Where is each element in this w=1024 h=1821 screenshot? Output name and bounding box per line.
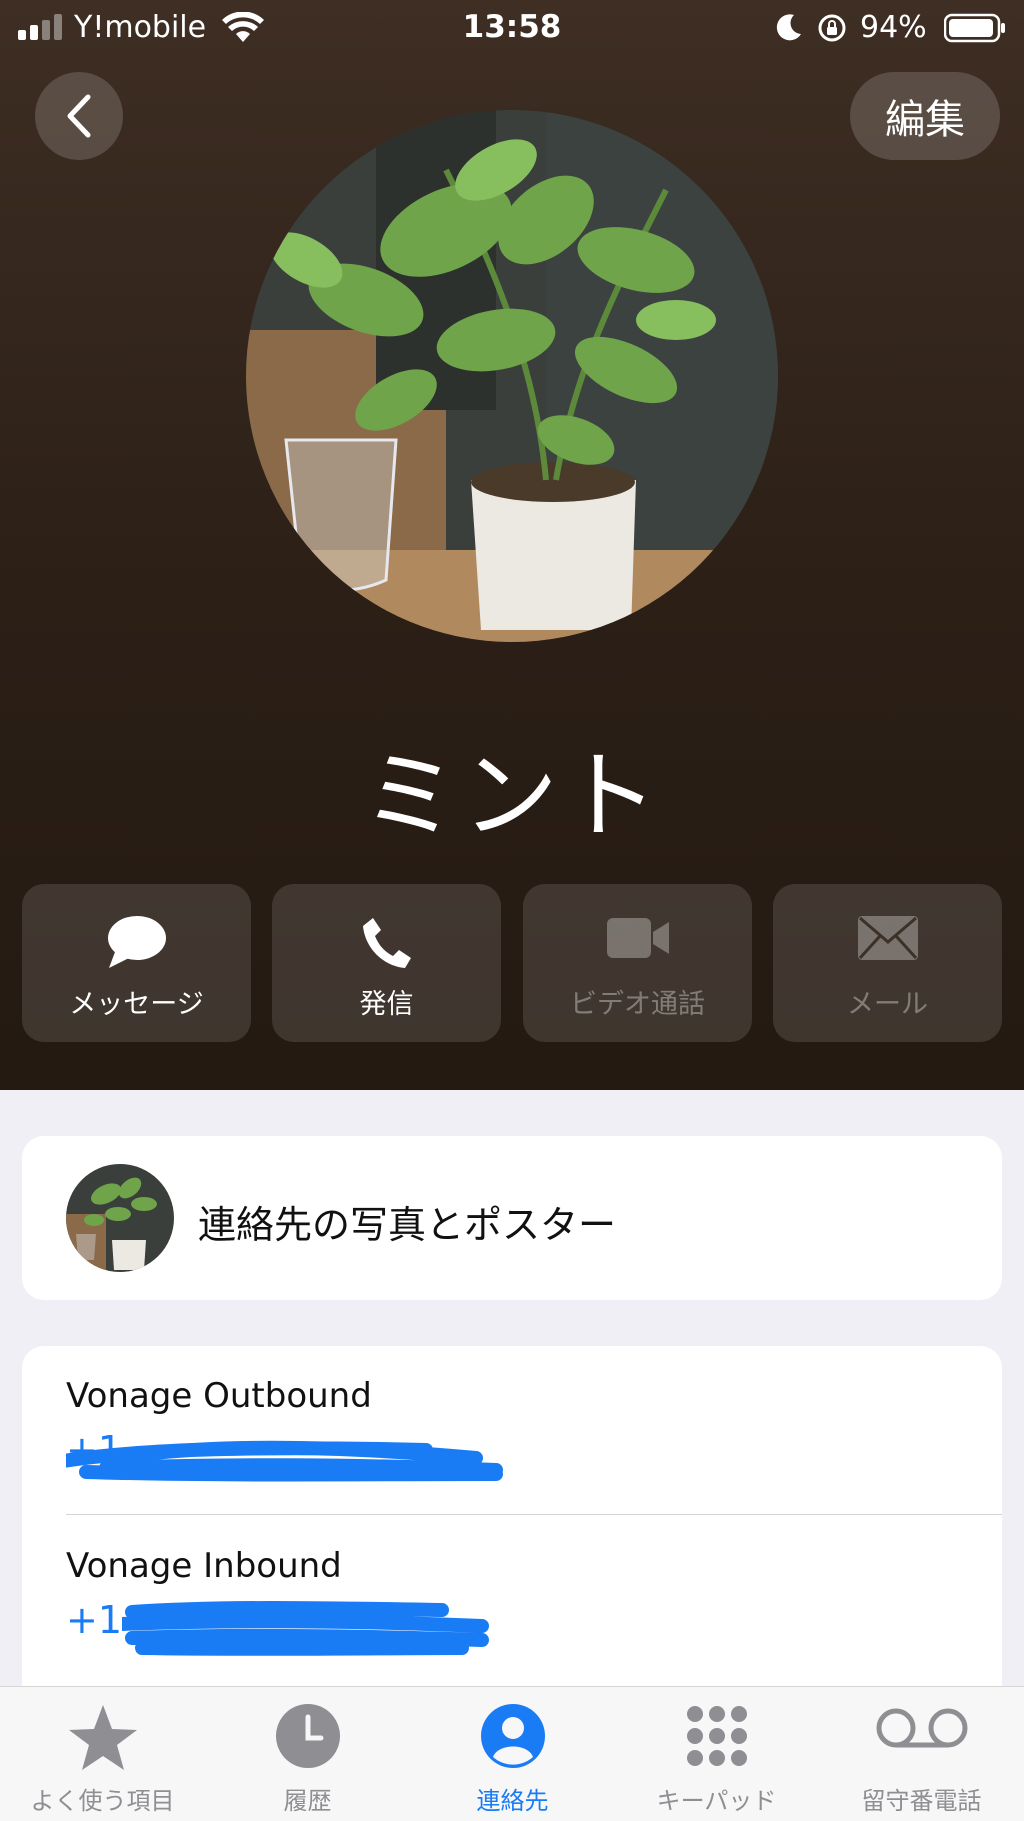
phone-label: Vonage Inbound [66, 1546, 342, 1586]
tab-label: 連絡先 [476, 1787, 549, 1815]
video-call-label: ビデオ通話 [570, 989, 705, 1020]
tab-recents[interactable]: 履歴 [205, 1687, 410, 1821]
rotation-lock-icon [818, 14, 846, 42]
call-button[interactable]: 発信 [272, 884, 501, 1042]
tab-keypad[interactable]: キーパッド [614, 1687, 819, 1821]
contact-photo-thumbnail [66, 1164, 174, 1272]
redaction-scribble [66, 1440, 503, 1482]
mint-plant-photo [246, 110, 778, 642]
phone-number[interactable]: +1 [66, 1428, 1002, 1482]
mint-plant-thumbnail [66, 1164, 174, 1272]
divider [66, 1514, 1002, 1515]
photo-poster-label: 連絡先の写真とポスター [198, 1203, 617, 1247]
status-bar: Y!mobile 13:58 94% [0, 0, 1024, 58]
video-call-button[interactable]: ビデオ通話 [523, 884, 752, 1042]
star-icon [68, 1705, 137, 1770]
photo-poster-row[interactable]: 連絡先の写真とポスター [22, 1136, 1002, 1300]
call-label: 発信 [359, 989, 414, 1020]
tab-label: 履歴 [283, 1787, 332, 1815]
keypad-icon [686, 1706, 747, 1766]
message-icon [107, 916, 166, 968]
message-label: メッセージ [69, 989, 204, 1020]
contact-header: Y!mobile 13:58 94% 編集 ミント メッセージ 発信 ビデオ通話… [0, 0, 1024, 1090]
phone-row-inbound[interactable]: Vonage Inbound +1 [66, 1546, 1002, 1656]
phone-label: Vonage Outbound [66, 1376, 372, 1416]
person-circle-icon [480, 1704, 545, 1768]
phone-number-prefix: +1 [66, 1598, 123, 1642]
battery-icon [944, 13, 1005, 43]
battery-percent: 94% [860, 10, 927, 45]
tab-label: よく使う項目 [30, 1787, 175, 1815]
tab-favorites[interactable]: よく使う項目 [0, 1687, 205, 1821]
phone-number[interactable]: +1 [66, 1598, 1002, 1656]
tab-bar: よく使う項目 履歴 連絡先 キーパッド 留守番電話 [0, 1686, 1024, 1821]
phone-numbers-card: Vonage Outbound +1 Vonage Inbound +1 [22, 1346, 1002, 1706]
tab-label: 留守番電話 [861, 1787, 982, 1815]
mail-button[interactable]: メール [773, 884, 1002, 1042]
contact-photo[interactable] [246, 110, 778, 642]
video-icon [606, 918, 669, 958]
contact-name: ミント [362, 740, 662, 852]
voicemail-icon [876, 1708, 967, 1748]
edit-button[interactable]: 編集 [850, 72, 1000, 160]
tab-voicemail[interactable]: 留守番電話 [819, 1687, 1024, 1821]
chevron-left-icon [67, 94, 91, 138]
tab-contacts[interactable]: 連絡先 [410, 1687, 615, 1821]
back-button[interactable] [35, 72, 123, 160]
clock-icon [275, 1704, 340, 1768]
moon-icon [776, 14, 801, 41]
mail-label: メール [847, 989, 928, 1020]
tab-label: キーパッド [656, 1787, 777, 1815]
phone-icon [362, 918, 411, 968]
redaction-scribble [122, 1601, 489, 1656]
phone-row-outbound[interactable]: Vonage Outbound +1 [66, 1376, 1002, 1482]
mail-icon [857, 916, 918, 960]
message-button[interactable]: メッセージ [22, 884, 251, 1042]
action-buttons: メッセージ 発信 ビデオ通話 メール [22, 884, 1002, 1042]
